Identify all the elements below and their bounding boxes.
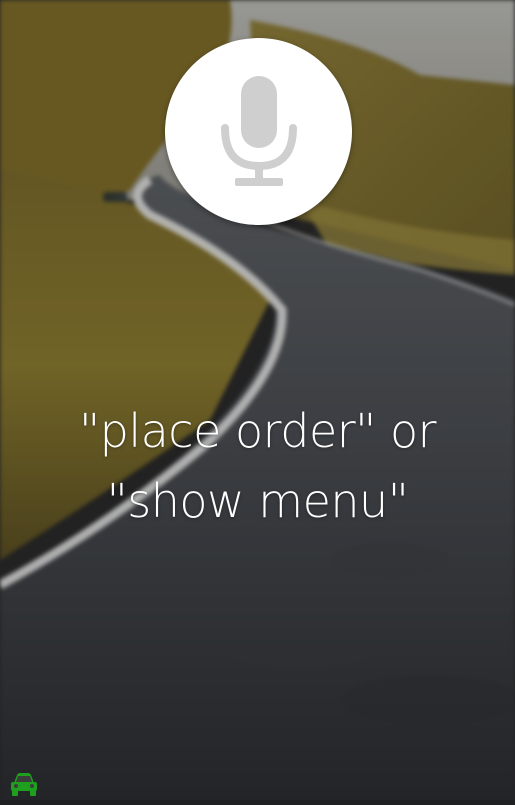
prompt-line-2: "show menu" xyxy=(106,474,409,528)
voice-input-button[interactable] xyxy=(165,38,352,225)
prompt-line-1: "place order" or xyxy=(78,404,437,458)
car-icon xyxy=(11,773,37,796)
voice-command-screen: "place order" or "show menu" xyxy=(0,0,515,805)
voice-prompt-text: "place order" or "show menu" xyxy=(0,396,515,536)
microphone-icon xyxy=(220,75,297,186)
bottom-edge xyxy=(0,800,515,805)
